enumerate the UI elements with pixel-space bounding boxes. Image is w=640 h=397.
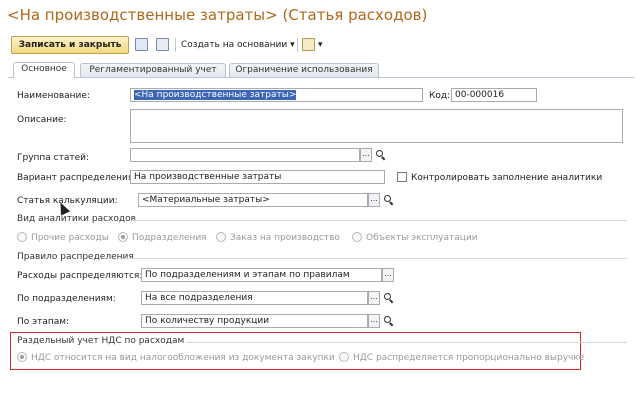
by-dept-label: По подразделениям:	[17, 294, 116, 304]
tab-main[interactable]: Основное	[13, 62, 75, 78]
expenses-label: Расходы распределяются:	[17, 271, 143, 281]
group-label: Группа статей:	[17, 153, 90, 163]
analytics-option-other-label: Прочие расходы	[31, 233, 109, 243]
by-stage-field[interactable]: По количеству продукции	[141, 314, 368, 328]
chevron-down-icon: ▾	[290, 40, 295, 50]
code-field[interactable]: 00-000016	[451, 88, 537, 102]
expenses-select-button[interactable]: ...	[382, 268, 394, 282]
by-dept-select-button[interactable]: ...	[368, 291, 380, 305]
analytics-option-other-radio[interactable]	[17, 232, 27, 242]
analytics-option-production-order-radio[interactable]	[216, 232, 226, 242]
search-icon[interactable]	[382, 193, 394, 207]
group-select-button[interactable]: ...	[360, 148, 372, 162]
vat-option-purchase-doc-radio[interactable]	[17, 352, 27, 362]
save-icon[interactable]	[135, 38, 148, 51]
vat-option-revenue-label: НДС распределяется пропорционально выруч…	[353, 353, 585, 363]
search-icon[interactable]	[374, 148, 386, 162]
name-field[interactable]: <На производственные затраты>	[130, 88, 423, 102]
analytics-option-operation-objects-label: Объекты эксплуатации	[366, 233, 478, 243]
control-analytics-checkbox[interactable]	[397, 172, 407, 182]
tabs-divider	[8, 77, 634, 78]
toolbar: Записать и закрыть Создать на основании …	[0, 34, 640, 56]
calc-item-field[interactable]: <Материальные затраты>	[138, 193, 368, 207]
report-icon[interactable]	[302, 38, 315, 51]
analytics-option-production-order-label: Заказ на производство	[230, 233, 340, 243]
group-field[interactable]	[130, 148, 360, 162]
calc-item-select-button[interactable]: ...	[368, 193, 380, 207]
vat-section-title: Раздельный учет НДС по расходам	[17, 336, 185, 346]
create-based-on-menu[interactable]: Создать на основании ▾	[181, 40, 295, 50]
analytics-option-operation-objects-radio[interactable]	[352, 232, 362, 242]
code-label: Код:	[429, 91, 451, 101]
analytics-option-departments-label: Подразделения	[132, 233, 207, 243]
tab-usage-restriction[interactable]: Ограничение использования	[229, 63, 379, 78]
name-value: <На производственные затраты>	[134, 90, 297, 100]
distribution-label: Вариант распределения:	[17, 173, 137, 183]
description-label: Описание:	[17, 115, 67, 125]
analytics-section-title: Вид аналитики расходов	[17, 214, 136, 224]
expenses-field[interactable]: По подразделениям и этапам по правилам	[141, 268, 382, 282]
create-based-on-label: Создать на основании	[181, 40, 288, 50]
list-icon[interactable]	[156, 38, 169, 51]
control-analytics-label: Контролировать заполнение аналитики	[411, 173, 603, 183]
by-stage-label: По этапам:	[17, 317, 70, 327]
by-dept-field[interactable]: На все подразделения	[141, 291, 368, 305]
save-and-close-button[interactable]: Записать и закрыть	[11, 36, 129, 54]
by-stage-select-button[interactable]: ...	[368, 314, 380, 328]
description-field[interactable]	[130, 109, 623, 143]
analytics-option-departments-radio[interactable]	[118, 232, 128, 242]
tab-regulated-accounting[interactable]: Регламентированный учет	[80, 63, 226, 78]
search-icon[interactable]	[382, 291, 394, 305]
search-icon[interactable]	[382, 314, 394, 328]
rule-section-title: Правило распределения	[17, 252, 134, 262]
vat-option-revenue-radio[interactable]	[339, 352, 349, 362]
report-dropdown-icon[interactable]: ▾	[318, 40, 323, 50]
distribution-field[interactable]: На производственные затраты	[130, 170, 385, 184]
vat-option-purchase-doc-label: НДС относится на вид налогообложения из …	[31, 353, 335, 363]
name-label: Наименование:	[17, 91, 90, 101]
window-title: <На производственные затраты> (Статья ра…	[7, 6, 428, 24]
